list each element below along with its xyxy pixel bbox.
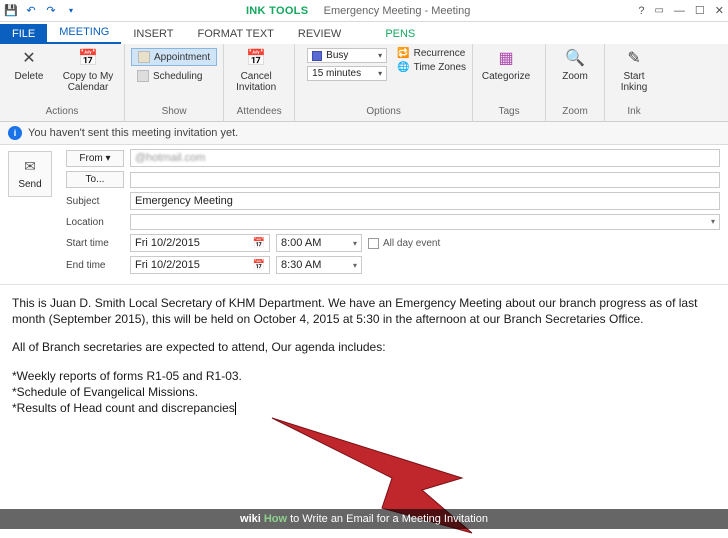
end-time-field[interactable]: 8:30 AM▾ <box>276 256 362 274</box>
ribbon-options-icon[interactable]: ▭ <box>654 5 663 16</box>
appointment-icon <box>138 51 150 63</box>
meeting-header: ✉ Send From ▾ @hotmail.com To... Subject… <box>0 145 728 285</box>
ink-tools-label: INK TOOLS <box>246 5 308 17</box>
tab-pens[interactable]: PENS <box>373 24 427 44</box>
group-tags-label: Tags <box>479 106 539 117</box>
categorize-button[interactable]: ▦Categorize <box>479 48 533 83</box>
footer-wiki: wiki <box>240 513 261 525</box>
location-field[interactable]: ▾ <box>130 214 720 230</box>
pen-icon: ✎ <box>623 48 645 70</box>
tab-file[interactable]: FILE <box>0 24 47 44</box>
tab-insert[interactable]: INSERT <box>121 24 185 44</box>
subject-field[interactable]: Emergency Meeting <box>130 192 720 210</box>
send-button[interactable]: ✉ Send <box>8 151 52 197</box>
group-attendees-label: Attendees <box>230 106 288 117</box>
group-show-label: Show <box>131 106 217 117</box>
tab-meeting[interactable]: MEETING <box>47 22 121 44</box>
group-actions: ✕Delete 📅Copy to My Calendar Actions <box>0 44 125 121</box>
scheduling-button[interactable]: Scheduling <box>131 68 217 84</box>
zoom-icon: 🔍 <box>564 48 586 70</box>
info-bar: i You haven't sent this meeting invitati… <box>0 122 728 145</box>
save-icon[interactable]: 💾 <box>4 4 18 18</box>
time-zones-button[interactable]: 🌐Time Zones <box>397 62 466 73</box>
group-zoom-label: Zoom <box>552 106 598 117</box>
recurrence-button[interactable]: 🔁Recurrence <box>397 48 466 59</box>
group-attendees: 📅Cancel Invitation Attendees <box>224 44 295 121</box>
start-date-field[interactable]: Fri 10/2/2015📅 <box>130 234 270 252</box>
undo-icon[interactable]: ↶ <box>24 4 38 18</box>
quick-access-toolbar: 💾 ↶ ↷ ▾ <box>4 4 78 18</box>
from-field[interactable]: @hotmail.com <box>130 149 720 167</box>
group-tags: ▦Categorize Tags <box>473 44 546 121</box>
window-title: INK TOOLS Emergency Meeting - Meeting <box>78 5 638 17</box>
wikihow-footer: wikiHow to Write an Email for a Meeting … <box>0 509 728 529</box>
busy-indicator-icon <box>312 51 322 61</box>
calendar-copy-icon: 📅 <box>77 48 99 70</box>
group-zoom: 🔍Zoom Zoom <box>546 44 605 121</box>
end-time-label: End time <box>66 260 124 271</box>
body-bullet-2: *Schedule of Evangelical Missions. <box>12 384 716 400</box>
show-as-select[interactable]: Busy▾ <box>307 48 387 63</box>
group-ink: ✎Start Inking Ink <box>605 44 663 121</box>
info-text: You haven't sent this meeting invitation… <box>28 127 238 139</box>
appointment-button[interactable]: Appointment <box>131 48 217 66</box>
checkbox-icon <box>368 238 379 249</box>
group-options-label: Options <box>301 106 466 117</box>
message-body[interactable]: This is Juan D. Smith Local Secretary of… <box>0 285 728 426</box>
scheduling-icon <box>137 70 149 82</box>
minimize-icon[interactable]: — <box>674 5 685 17</box>
window-controls: ? ▭ — ☐ ✕ <box>638 4 724 17</box>
redo-icon[interactable]: ↷ <box>44 4 58 18</box>
envelope-icon: ✉ <box>24 158 36 175</box>
close-icon[interactable]: ✕ <box>715 4 724 17</box>
info-icon: i <box>8 126 22 140</box>
categorize-icon: ▦ <box>495 48 517 70</box>
delete-button[interactable]: ✕Delete <box>6 48 52 83</box>
body-bullet-1: *Weekly reports of forms R1-05 and R1-03… <box>12 368 716 384</box>
subject-label: Subject <box>66 196 124 207</box>
title-bar: 💾 ↶ ↷ ▾ INK TOOLS Emergency Meeting - Me… <box>0 0 728 22</box>
group-actions-label: Actions <box>6 106 118 117</box>
to-field[interactable] <box>130 172 720 188</box>
body-paragraph-2: All of Branch secretaries are expected t… <box>12 339 716 355</box>
window-title-text: Emergency Meeting - Meeting <box>324 5 471 17</box>
calendar-icon[interactable]: 📅 <box>253 238 265 249</box>
start-time-label: Start time <box>66 238 124 249</box>
tab-format-text[interactable]: FORMAT TEXT <box>186 24 286 44</box>
group-ink-label: Ink <box>611 106 657 117</box>
copy-to-calendar-button[interactable]: 📅Copy to My Calendar <box>58 48 118 93</box>
text-caret <box>235 402 236 415</box>
footer-how: How <box>264 513 287 525</box>
location-label: Location <box>66 217 124 228</box>
ribbon-tabs: FILE MEETING INSERT FORMAT TEXT REVIEW P… <box>0 22 728 44</box>
end-date-field[interactable]: Fri 10/2/2015📅 <box>130 256 270 274</box>
help-icon[interactable]: ? <box>638 5 644 17</box>
cancel-invitation-button[interactable]: 📅Cancel Invitation <box>230 48 282 93</box>
from-value: @hotmail.com <box>135 152 205 164</box>
maximize-icon[interactable]: ☐ <box>695 4 705 17</box>
group-options: Busy▾ 15 minutes▾ 🔁Recurrence 🌐Time Zone… <box>295 44 473 121</box>
ribbon: ✕Delete 📅Copy to My Calendar Actions App… <box>0 44 728 122</box>
reminder-select[interactable]: 15 minutes▾ <box>307 66 387 81</box>
from-button[interactable]: From ▾ <box>66 150 124 167</box>
cancel-invitation-icon: 📅 <box>245 48 267 70</box>
body-paragraph-1: This is Juan D. Smith Local Secretary of… <box>12 295 716 327</box>
chevron-down-icon[interactable]: ▾ <box>711 217 715 227</box>
to-button[interactable]: To... <box>66 171 124 188</box>
body-bullet-3: *Results of Head count and discrepancies <box>12 401 235 415</box>
tab-review[interactable]: REVIEW <box>286 24 353 44</box>
start-time-field[interactable]: 8:00 AM▾ <box>276 234 362 252</box>
delete-icon: ✕ <box>18 48 40 70</box>
all-day-checkbox[interactable]: All day event <box>368 238 440 249</box>
recurrence-icon: 🔁 <box>397 48 409 59</box>
globe-icon: 🌐 <box>397 62 409 73</box>
calendar-icon[interactable]: 📅 <box>253 260 265 271</box>
zoom-button[interactable]: 🔍Zoom <box>552 48 598 83</box>
qat-more-icon[interactable]: ▾ <box>64 4 78 18</box>
start-inking-button[interactable]: ✎Start Inking <box>611 48 657 93</box>
footer-caption: to Write an Email for a Meeting Invitati… <box>290 513 488 525</box>
group-show: Appointment Scheduling Show <box>125 44 224 121</box>
